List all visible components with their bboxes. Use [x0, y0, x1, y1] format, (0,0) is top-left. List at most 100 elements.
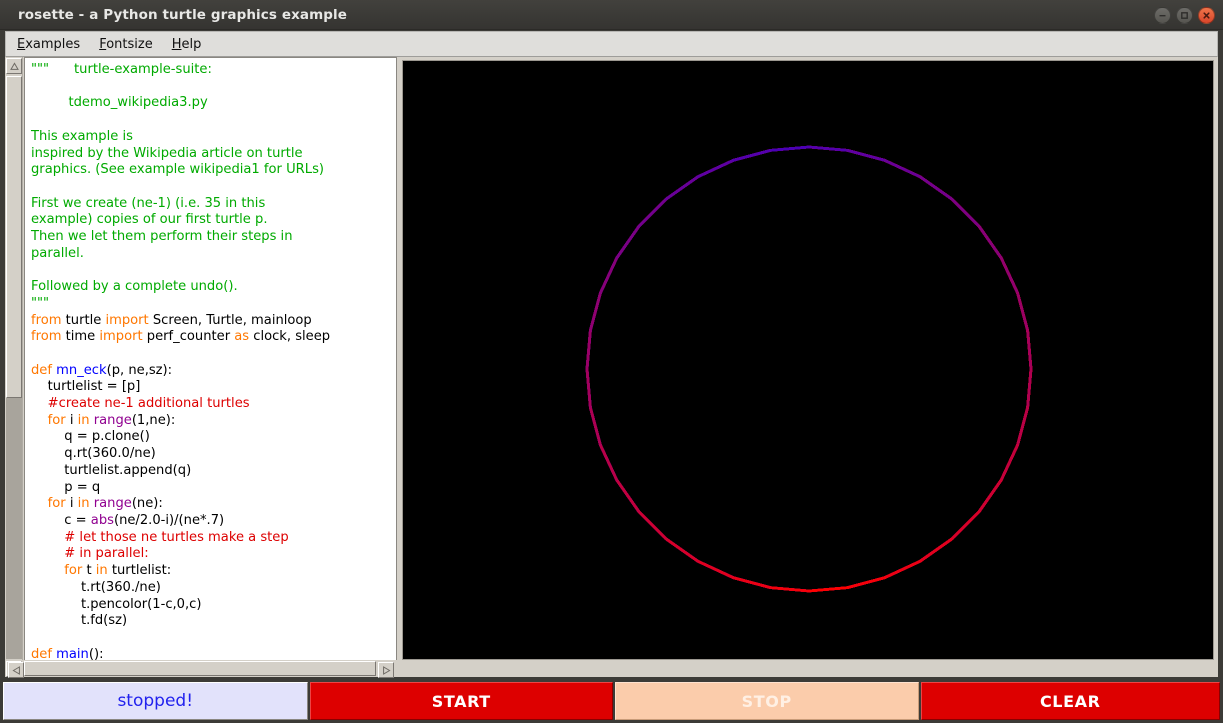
main-split: """ turtle-example-suite: tdemo_wikipedi…: [5, 57, 1218, 677]
code-token: as: [234, 329, 253, 344]
code-line: [31, 346, 330, 363]
code-token: import: [105, 313, 152, 328]
code-vscroll-track[interactable]: [6, 76, 22, 659]
code-token: turtlelist.append(q): [31, 463, 191, 478]
scroll-up-arrow-icon[interactable]: [6, 58, 22, 74]
code-token: range: [94, 496, 132, 511]
code-token: inspired by the Wikipedia article on tur…: [31, 146, 303, 161]
stop-button[interactable]: STOP: [615, 682, 919, 720]
status-display: stopped!: [3, 682, 308, 720]
code-line: [31, 79, 330, 96]
code-token: c =: [31, 513, 91, 528]
code-line: graphics. (See example wikipedia1 for UR…: [31, 162, 330, 179]
code-line: This example is: [31, 129, 330, 146]
clear-button[interactable]: CLEAR: [921, 682, 1221, 720]
code-token: turtlelist:: [112, 563, 171, 578]
code-line: from turtle import Screen, Turtle, mainl…: [31, 313, 330, 330]
close-icon[interactable]: [1198, 7, 1215, 24]
code-line: [31, 179, 330, 196]
code-line: example) copies of our first turtle p.: [31, 212, 330, 229]
code-token: in: [78, 413, 94, 428]
code-token: for: [31, 496, 70, 511]
scroll-right-arrow-icon[interactable]: [378, 662, 394, 678]
code-token: i: [70, 496, 78, 511]
code-vscroll-thumb[interactable]: [6, 76, 22, 398]
code-token: tdemo_wikipedia3.py: [31, 95, 208, 110]
code-token: from: [31, 313, 66, 328]
code-token: """ turtle-example-suite:: [31, 62, 212, 77]
code-line: First we create (ne-1) (i.e. 35 in this: [31, 196, 330, 213]
code-line: for i in range(ne):: [31, 496, 330, 513]
code-token: parallel.: [31, 246, 84, 261]
code-line: for i in range(1,ne):: [31, 413, 330, 430]
code-line: [31, 262, 330, 279]
code-token: t.pencolor(1-c,0,c): [31, 597, 201, 612]
code-line: q.rt(360.0/ne): [31, 446, 330, 463]
code-token: for: [31, 563, 86, 578]
code-line: parallel.: [31, 246, 330, 263]
code-line: Followed by a complete undo().: [31, 279, 330, 296]
code-line: q = p.clone(): [31, 429, 330, 446]
code-line: t.fd(sz): [31, 613, 330, 630]
code-token: from: [31, 329, 66, 344]
window-controls: [1154, 0, 1215, 30]
code-token: t: [86, 563, 95, 578]
code-token: # in parallel:: [31, 546, 149, 561]
code-line: # let those ne turtles make a step: [31, 530, 330, 547]
code-line: t.rt(360./ne): [31, 580, 330, 597]
code-token: Followed by a complete undo().: [31, 279, 238, 294]
code-token: abs: [91, 513, 114, 528]
code-line: turtlelist = [p]: [31, 379, 330, 396]
code-token: Screen, Turtle, mainloop: [153, 313, 312, 328]
code-token: (p, ne,sz):: [107, 363, 172, 378]
code-token: def: [31, 647, 56, 661]
code-token: clock, sleep: [253, 329, 330, 344]
menu-label-fontsize: ontsize: [106, 37, 153, 52]
turtle-canvas[interactable]: [402, 60, 1214, 660]
code-token: t.fd(sz): [31, 613, 127, 628]
code-token: in: [96, 563, 112, 578]
menu-item-examples[interactable]: Examples: [17, 35, 91, 54]
code-line: from time import perf_counter as clock, …: [31, 329, 330, 346]
code-token: q = p.clone(): [31, 429, 150, 444]
code-line: c = abs(ne/2.0-i)/(ne*.7): [31, 513, 330, 530]
minimize-icon[interactable]: [1154, 7, 1171, 24]
code-hscroll-track[interactable]: [24, 661, 376, 676]
start-button[interactable]: START: [310, 682, 614, 720]
maximize-icon[interactable]: [1176, 7, 1193, 24]
code-line: [31, 112, 330, 129]
code-token: (ne/2.0-i)/(ne*.7): [114, 513, 224, 528]
code-token: t.rt(360./ne): [31, 580, 161, 595]
code-token: example) copies of our first turtle p.: [31, 212, 268, 227]
control-button-bar: stopped! START STOP CLEAR: [3, 682, 1220, 720]
code-token: perf_counter: [147, 329, 234, 344]
code-token: turtlelist = [p]: [31, 379, 140, 394]
code-line: t.pencolor(1-c,0,c): [31, 597, 330, 614]
scroll-left-arrow-icon[interactable]: [8, 662, 24, 678]
code-token: ():: [89, 647, 104, 661]
code-token: # let those ne turtles make a step: [31, 530, 289, 545]
menu-label-help: elp: [181, 37, 201, 52]
rosette-paths: [569, 129, 1048, 608]
code-line: # in parallel:: [31, 546, 330, 563]
code-line: tdemo_wikipedia3.py: [31, 95, 330, 112]
code-line: p = q: [31, 480, 330, 497]
code-line: def main():: [31, 647, 330, 661]
menu-item-help[interactable]: Help: [172, 35, 213, 54]
code-token: Then we let them perform their steps in: [31, 229, 293, 244]
code-token: i: [70, 413, 78, 428]
code-token: #create ne-1 additional turtles: [31, 396, 250, 411]
code-horizontal-scrollbar[interactable]: [5, 660, 397, 677]
application-window: rosette - a Python turtle graphics examp…: [0, 0, 1223, 723]
window-title: rosette - a Python turtle graphics examp…: [18, 7, 347, 23]
code-token: time: [66, 329, 100, 344]
code-token: mn_eck: [56, 363, 106, 378]
code-vertical-scrollbar[interactable]: [5, 57, 23, 661]
code-editor[interactable]: """ turtle-example-suite: tdemo_wikipedi…: [24, 57, 397, 661]
menu-item-fontsize[interactable]: Fontsize: [99, 35, 164, 54]
rosette-graphic: [403, 61, 1213, 659]
code-text: """ turtle-example-suite: tdemo_wikipedi…: [31, 62, 330, 661]
menu-accel-examples: E: [17, 37, 25, 52]
code-token: for: [31, 413, 70, 428]
menu-bar: Examples Fontsize Help: [5, 31, 1218, 57]
